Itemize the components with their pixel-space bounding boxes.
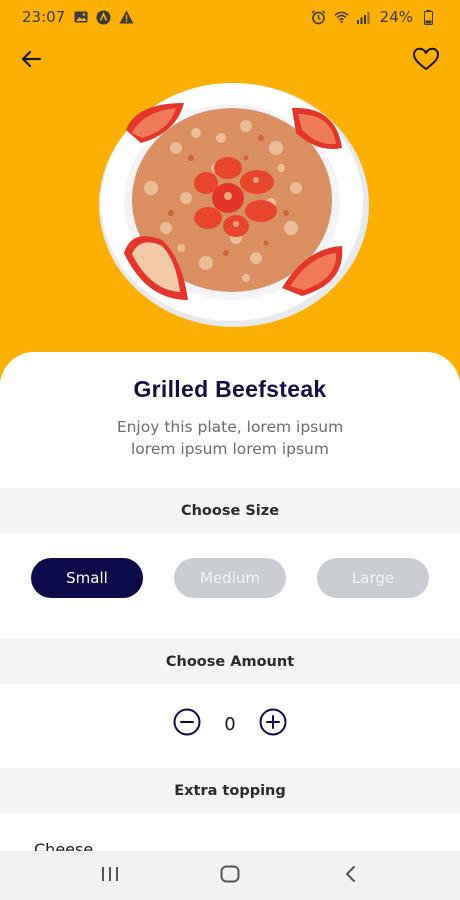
product-description: Enjoy this plate, lorem ipsum lorem ipsu… bbox=[90, 416, 370, 460]
size-options: Small Medium Large bbox=[0, 558, 460, 598]
amount-stepper: 0 bbox=[0, 708, 460, 740]
product-title: Grilled Beefsteak bbox=[133, 376, 327, 402]
choose-amount-heading: Choose Amount bbox=[0, 639, 460, 684]
size-option-small[interactable]: Small bbox=[31, 558, 143, 598]
size-option-medium[interactable]: Medium bbox=[174, 558, 286, 598]
wifi-icon bbox=[334, 10, 349, 25]
status-time: 23:07 bbox=[22, 8, 66, 26]
arrow-left-icon bbox=[20, 50, 42, 72]
amount-value: 0 bbox=[224, 713, 236, 735]
dish-image bbox=[96, 78, 370, 328]
product-detail-card: Grilled Beefsteak Enjoy this plate, lore… bbox=[0, 352, 460, 900]
description-line-1: Enjoy this plate, lorem ipsum bbox=[116, 418, 344, 436]
favorite-button[interactable] bbox=[410, 46, 442, 76]
signal-icon bbox=[357, 10, 372, 25]
home-button[interactable] bbox=[210, 856, 250, 896]
recent-apps-icon bbox=[100, 866, 120, 886]
extra-topping-heading: Extra topping bbox=[0, 768, 460, 813]
increment-button[interactable] bbox=[259, 708, 287, 740]
plus-circle-icon bbox=[259, 708, 287, 740]
back-icon bbox=[344, 865, 356, 887]
nav-back-button[interactable] bbox=[330, 856, 370, 896]
top-bar bbox=[0, 44, 460, 78]
battery-percent: 24% bbox=[379, 8, 413, 26]
home-icon bbox=[220, 865, 240, 887]
minus-circle-icon bbox=[173, 708, 201, 740]
size-option-large[interactable]: Large bbox=[317, 558, 429, 598]
battery-icon bbox=[421, 9, 436, 25]
back-button[interactable] bbox=[16, 46, 46, 76]
status-bar: 23:07 24% bbox=[0, 0, 460, 34]
warning-icon bbox=[119, 10, 134, 25]
choose-size-heading: Choose Size bbox=[0, 488, 460, 533]
heart-outline-icon bbox=[412, 47, 440, 75]
recent-apps-button[interactable] bbox=[90, 856, 130, 896]
app-notification-icon bbox=[96, 10, 111, 25]
gallery-icon bbox=[73, 10, 88, 25]
alarm-icon bbox=[311, 9, 326, 25]
decrement-button[interactable] bbox=[173, 708, 201, 740]
description-line-2: lorem ipsum lorem ipsum bbox=[131, 440, 329, 458]
system-nav-bar bbox=[0, 851, 460, 900]
